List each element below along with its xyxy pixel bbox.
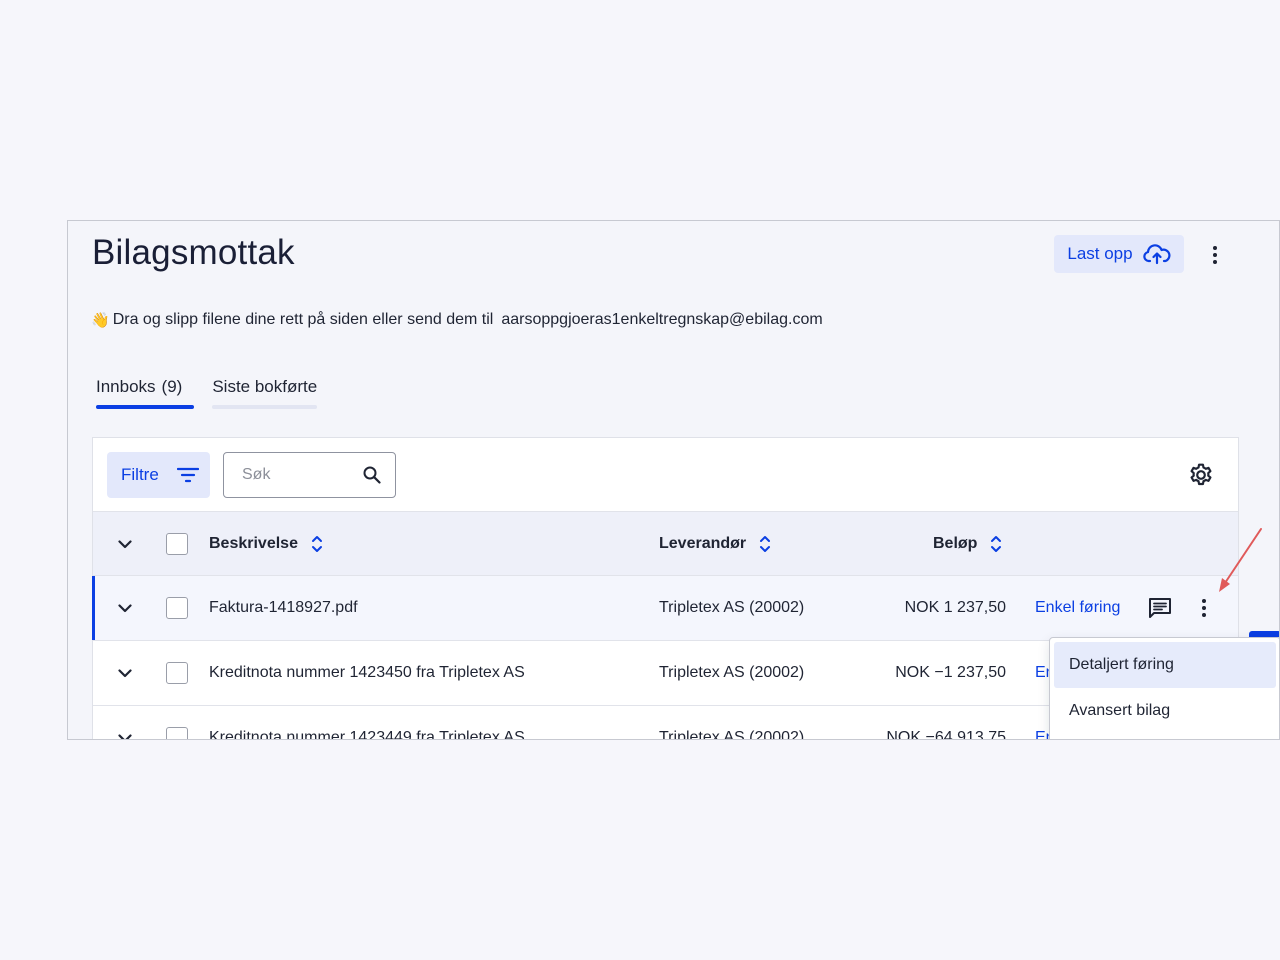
- expand-row-chevron-icon[interactable]: [117, 600, 133, 616]
- comment-icon[interactable]: [1148, 597, 1172, 619]
- upload-button[interactable]: Last opp: [1054, 235, 1184, 273]
- row-description: Kreditnota nummer 1423449 fra Tripletex …: [209, 729, 525, 740]
- sort-icon[interactable]: [989, 533, 1003, 555]
- table-header: Beskrivelse Leverandør Beløp: [93, 512, 1238, 576]
- table-toolbar: Filtre: [93, 438, 1238, 512]
- page-more-menu-icon[interactable]: [1204, 243, 1226, 267]
- row-amount: NOK −64 913,75: [886, 729, 1006, 740]
- expand-row-chevron-icon[interactable]: [117, 730, 133, 740]
- sort-icon[interactable]: [310, 533, 324, 555]
- upload-info-text: Dra og slipp filene dine rett på siden e…: [112, 311, 494, 328]
- filter-button[interactable]: Filtre: [107, 452, 210, 498]
- filter-button-label: Filtre: [121, 465, 159, 484]
- row-checkbox[interactable]: [166, 662, 188, 684]
- gear-icon[interactable]: [1188, 462, 1214, 488]
- tab-innboks-count: (9): [161, 377, 183, 396]
- annotation-arrow-icon: [1219, 528, 1262, 592]
- column-header-supplier-label: Leverandør: [659, 534, 747, 552]
- upload-button-label: Last opp: [1067, 244, 1133, 263]
- upload-email: aarsoppgjoeras1enkeltregnskap@ebilag.com: [501, 311, 823, 328]
- filter-icon: [176, 467, 199, 483]
- row-description: Kreditnota nummer 1423450 fra Tripletex …: [209, 664, 525, 681]
- tab-siste-bokforte-label: Siste bokførte: [212, 377, 318, 396]
- row-supplier: Tripletex AS (20002): [659, 729, 805, 740]
- cloud-upload-icon: [1142, 244, 1171, 265]
- select-all-checkbox[interactable]: [166, 532, 188, 555]
- tab-siste-bokforte[interactable]: Siste bokførte: [212, 377, 318, 409]
- row-amount: NOK −1 237,50: [895, 664, 1006, 681]
- search-input[interactable]: [242, 466, 352, 484]
- expand-all-chevron-icon[interactable]: [117, 536, 133, 552]
- app-window: Bilagsmottak Last opp 👋 Dra og slipp fil…: [67, 220, 1280, 740]
- upload-info: 👋 Dra og slipp filene dine rett på siden…: [91, 311, 823, 329]
- row-actions-menu: Detaljert føring Avansert bilag: [1049, 637, 1279, 739]
- column-header-description[interactable]: Beskrivelse: [209, 533, 324, 555]
- simple-entry-link[interactable]: Enkel føring: [1035, 599, 1120, 617]
- search-box: [223, 452, 396, 498]
- column-header-supplier[interactable]: Leverandør: [659, 533, 772, 555]
- row-supplier: Tripletex AS (20002): [659, 599, 805, 616]
- tab-innboks-label: Innboks: [96, 377, 156, 396]
- sort-icon[interactable]: [758, 533, 772, 555]
- column-header-description-label: Beskrivelse: [209, 534, 298, 552]
- table-row[interactable]: Faktura-1418927.pdf Tripletex AS (20002)…: [92, 576, 1238, 641]
- expand-row-chevron-icon[interactable]: [117, 665, 133, 681]
- search-icon[interactable]: [363, 466, 381, 484]
- row-description: Faktura-1418927.pdf: [209, 599, 358, 616]
- waving-hand-icon: 👋: [91, 312, 110, 329]
- row-checkbox[interactable]: [166, 597, 188, 619]
- menu-item-advanced-voucher[interactable]: Avansert bilag: [1054, 688, 1276, 734]
- menu-item-detailed-entry[interactable]: Detaljert føring: [1054, 642, 1276, 688]
- column-header-amount[interactable]: Beløp: [933, 533, 1003, 555]
- tab-bar: Innboks (9) Siste bokførte: [96, 377, 318, 409]
- page-title: Bilagsmottak: [92, 233, 295, 272]
- row-more-menu-icon[interactable]: [1194, 596, 1214, 620]
- row-amount: NOK 1 237,50: [904, 599, 1006, 616]
- row-supplier: Tripletex AS (20002): [659, 664, 805, 681]
- row-checkbox[interactable]: [166, 727, 188, 739]
- tab-innboks[interactable]: Innboks (9): [96, 377, 195, 409]
- column-header-amount-label: Beløp: [933, 534, 978, 552]
